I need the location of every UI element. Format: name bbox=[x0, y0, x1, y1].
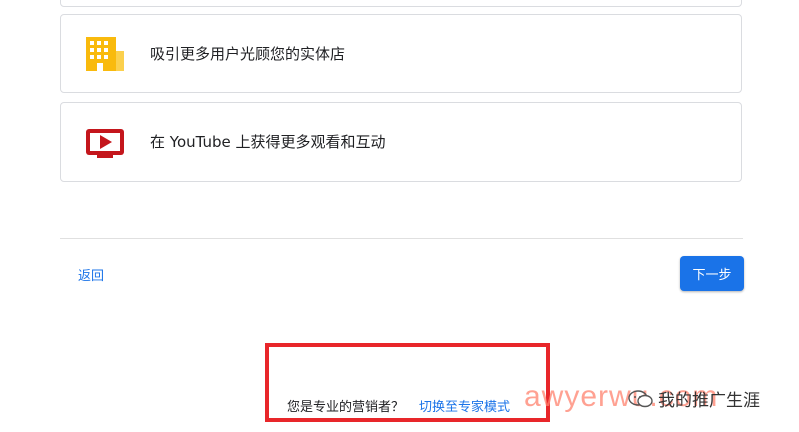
back-link[interactable]: 返回 bbox=[78, 265, 104, 284]
watermark-account: 我的推广生涯 bbox=[658, 391, 760, 411]
next-button[interactable]: 下一步 bbox=[680, 256, 744, 291]
watermark-badge: 我的推广生涯 bbox=[628, 386, 760, 411]
divider bbox=[60, 238, 743, 239]
youtube-play-icon bbox=[83, 123, 127, 163]
option-label: 在 YouTube 上获得更多观看和互动 bbox=[150, 133, 386, 151]
option-card-youtube[interactable]: 在 YouTube 上获得更多观看和互动 bbox=[60, 102, 742, 182]
wechat-icon bbox=[628, 389, 654, 408]
option-card-store-visits[interactable]: 吸引更多用户光顾您的实体店 bbox=[60, 14, 742, 93]
expert-mode-link[interactable]: 切换至专家模式 bbox=[419, 396, 510, 415]
option-card-partial[interactable] bbox=[60, 0, 742, 7]
storefront-icon bbox=[83, 35, 127, 75]
option-label: 吸引更多用户光顾您的实体店 bbox=[150, 45, 346, 63]
expert-question: 您是专业的营销者？ bbox=[287, 400, 405, 415]
